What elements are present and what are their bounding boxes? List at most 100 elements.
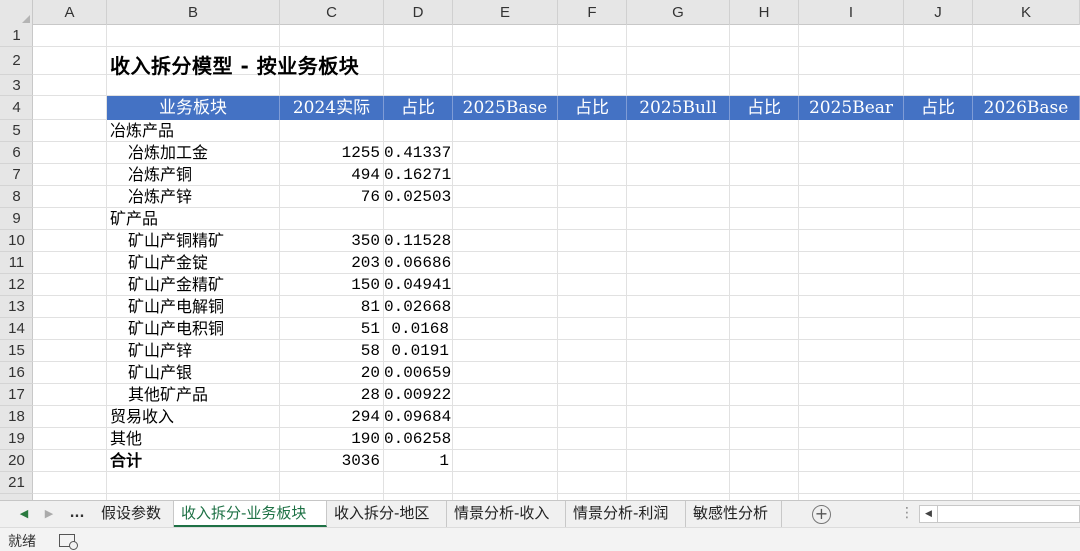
share-cell[interactable]: 0.11528 (384, 230, 451, 252)
share-cell[interactable]: 0.06258 (384, 428, 451, 450)
value-2024-cell[interactable]: 28 (280, 384, 380, 406)
sheet-title[interactable]: 收入拆分模型 - 按业务板块 (110, 50, 359, 79)
share-cell[interactable]: 0.06686 (384, 252, 451, 274)
value-2024-cell[interactable]: 203 (280, 252, 380, 274)
row-header-13[interactable]: 13 (0, 296, 33, 318)
value-2024-cell[interactable]: 51 (280, 318, 380, 340)
share-cell[interactable]: 0.02668 (384, 296, 451, 318)
share-cell[interactable]: 0.0168 (384, 318, 449, 340)
row-label[interactable]: 矿山产金锭 (128, 252, 208, 274)
header-cell[interactable]: 占比 (384, 96, 453, 120)
row-header-11[interactable]: 11 (0, 252, 33, 274)
share-cell[interactable]: 0.00659 (384, 362, 451, 384)
row-label[interactable]: 冶炼产品 (110, 120, 174, 142)
share-cell[interactable]: 0.04941 (384, 274, 451, 296)
header-cell[interactable]: 业务板块 (107, 96, 280, 120)
sheet-tab[interactable]: 收入拆分-业务板块 (174, 501, 327, 527)
column-header-i[interactable]: I (799, 0, 904, 25)
row-label[interactable]: 合计 (110, 450, 142, 472)
row-label[interactable]: 其他矿产品 (128, 384, 208, 406)
column-header-c[interactable]: C (280, 0, 384, 25)
header-cell[interactable]: 占比 (730, 96, 799, 120)
value-2024-cell[interactable]: 1255 (280, 142, 380, 164)
row-header-10[interactable]: 10 (0, 230, 33, 252)
row-label[interactable]: 矿山产电解铜 (128, 296, 224, 318)
row-label[interactable]: 矿山产银 (128, 362, 192, 384)
add-sheet-button[interactable]: + (812, 505, 831, 524)
column-header-g[interactable]: G (627, 0, 730, 25)
row-header-19[interactable]: 19 (0, 428, 33, 450)
row-header-4[interactable]: 4 (0, 96, 33, 120)
header-cell[interactable]: 2025Base (453, 96, 558, 120)
share-cell[interactable]: 1 (384, 450, 449, 472)
value-2024-cell[interactable]: 494 (280, 164, 380, 186)
row-header-2[interactable]: 2 (0, 47, 33, 75)
row-label[interactable]: 矿山产电积铜 (128, 318, 224, 340)
row-label[interactable]: 矿产品 (110, 208, 158, 230)
row-header-8[interactable]: 8 (0, 186, 33, 208)
value-2024-cell[interactable]: 190 (280, 428, 380, 450)
tab-split-handle[interactable]: ⋮ (900, 504, 914, 522)
header-cell[interactable]: 占比 (558, 96, 627, 120)
row-label[interactable]: 矿山产铜精矿 (128, 230, 224, 252)
column-header-d[interactable]: D (384, 0, 453, 25)
header-cell[interactable]: 占比 (904, 96, 973, 120)
sheet-tab[interactable]: 敏感性分析 (686, 501, 782, 527)
header-cell[interactable]: 2024实际 (280, 96, 384, 120)
value-2024-cell[interactable]: 20 (280, 362, 380, 384)
row-header-16[interactable]: 16 (0, 362, 33, 384)
column-header-h[interactable]: H (730, 0, 799, 25)
sheet-tab[interactable]: 情景分析-利润 (566, 501, 686, 527)
row-label[interactable]: 贸易收入 (110, 406, 174, 428)
row-header-6[interactable]: 6 (0, 142, 33, 164)
row-header-14[interactable]: 14 (0, 318, 33, 340)
row-label[interactable]: 其他 (110, 428, 142, 450)
row-header-5[interactable]: 5 (0, 120, 33, 142)
row-header-21[interactable]: 21 (0, 472, 33, 494)
row-header-1[interactable]: 1 (0, 25, 33, 47)
sheet-tab[interactable]: 假设参数 (94, 501, 174, 527)
more-sheets-button[interactable]: ... (66, 505, 88, 523)
sheet-tab[interactable]: 情景分析-收入 (447, 501, 566, 527)
row-label[interactable]: 矿山产锌 (128, 340, 192, 362)
row-header-20[interactable]: 20 (0, 450, 33, 472)
value-2024-cell[interactable]: 58 (280, 340, 380, 362)
value-2024-cell[interactable]: 3036 (280, 450, 380, 472)
row-header-15[interactable]: 15 (0, 340, 33, 362)
row-label[interactable]: 冶炼产铜 (128, 164, 192, 186)
spreadsheet-grid[interactable]: ABCDEFGHIJK 1 2 3 4 5 6 7 8 9 10 11 12 13 14 15 16 17 18 1… (0, 0, 1080, 500)
header-cell[interactable]: 2026Base (973, 96, 1080, 120)
column-header-f[interactable]: F (558, 0, 627, 25)
next-sheet-button[interactable]: ▶ (40, 505, 58, 523)
share-cell[interactable]: 0.41337 (384, 142, 451, 164)
value-2024-cell[interactable]: 76 (280, 186, 380, 208)
column-header-e[interactable]: E (453, 0, 558, 25)
column-header-k[interactable]: K (973, 0, 1080, 25)
column-header-a[interactable]: A (33, 0, 107, 25)
prev-sheet-button[interactable]: ◀ (15, 505, 33, 523)
macro-record-icon[interactable] (59, 534, 78, 550)
share-cell[interactable]: 0.0191 (384, 340, 449, 362)
header-cell[interactable]: 2025Bull (627, 96, 730, 120)
row-label[interactable]: 冶炼产锌 (128, 186, 192, 208)
share-cell[interactable]: 0.00922 (384, 384, 451, 406)
row-header-3[interactable]: 3 (0, 75, 33, 96)
column-header-b[interactable]: B (107, 0, 280, 25)
sheet-tab[interactable]: 收入拆分-地区 (327, 501, 447, 527)
row-header-7[interactable]: 7 (0, 164, 33, 186)
scroll-left-icon[interactable]: ◀ (920, 506, 938, 522)
value-2024-cell[interactable]: 294 (280, 406, 380, 428)
row-header-9[interactable]: 9 (0, 208, 33, 230)
share-cell[interactable]: 0.02503 (384, 186, 451, 208)
row-header-18[interactable]: 18 (0, 406, 33, 428)
horizontal-scrollbar[interactable]: ◀ (919, 505, 1080, 523)
share-cell[interactable]: 0.09684 (384, 406, 451, 428)
share-cell[interactable]: 0.16271 (384, 164, 451, 186)
header-cell[interactable]: 2025Bear (799, 96, 904, 120)
value-2024-cell[interactable]: 81 (280, 296, 380, 318)
select-all-corner[interactable] (0, 0, 33, 25)
row-header-12[interactable]: 12 (0, 274, 33, 296)
column-header-j[interactable]: J (904, 0, 973, 25)
value-2024-cell[interactable]: 150 (280, 274, 380, 296)
row-label[interactable]: 冶炼加工金 (128, 142, 208, 164)
